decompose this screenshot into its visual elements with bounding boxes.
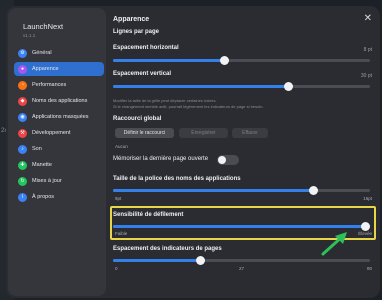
font-size-slider[interactable] — [113, 186, 370, 195]
indicator-spacing-tick-min: 0 — [115, 266, 118, 271]
clear-shortcut-button[interactable]: Effacer — [232, 128, 268, 138]
hammer-icon: ⚒ — [18, 128, 27, 138]
indicator-spacing-label: Espacement des indicateurs de pages — [113, 246, 222, 252]
horizontal-spacing-value: 8 pt — [363, 47, 372, 53]
font-size-min-label: 9pt — [115, 196, 122, 201]
sidebar-item-label: À propos — [32, 194, 55, 200]
rows-per-page-label: Lignes par page — [113, 29, 160, 35]
grid-hint-text-2: Si le changement semble actif, pourrait … — [113, 104, 264, 109]
vertical-spacing-value: 30 pt — [360, 73, 372, 79]
slider-knob[interactable] — [283, 82, 293, 91]
app-name: LaunchNext — [23, 22, 64, 31]
sidebar-item-updates[interactable]: ↻ Mises à jour — [14, 174, 104, 188]
slider-knob[interactable] — [219, 56, 229, 65]
pointer-arrow-icon — [321, 232, 347, 256]
sidebar-item-label: Applications masquées — [32, 114, 89, 120]
remember-page-label: Mémoriser la dernière page ouverte — [113, 156, 209, 162]
global-shortcut-label: Raccourci global — [113, 116, 162, 122]
page-title: Apparence — [113, 16, 150, 23]
current-shortcut-value: Aucun — [115, 144, 128, 149]
speaker-icon: ♪ — [18, 144, 27, 154]
sidebar-item-label: Noms des applications — [32, 98, 88, 104]
font-size-max-label: 16pt — [363, 196, 372, 201]
sidebar-item-gamepad[interactable]: ✚ Manette — [14, 158, 104, 172]
app-version: v1.1.1 — [23, 33, 36, 38]
indicator-spacing-tick-max: 80 — [366, 266, 372, 271]
sidebar-item-development[interactable]: ⚒ Développement — [14, 126, 104, 140]
save-shortcut-button[interactable]: Enregistrer — [179, 128, 228, 138]
refresh-icon: ↻ — [18, 176, 27, 186]
info-icon: i — [18, 192, 27, 202]
horizontal-spacing-label: Espacement horizontal — [113, 45, 179, 51]
vertical-spacing-label: Espacement vertical — [113, 71, 172, 77]
grid-hint-text: Modifier la taille de la grille peut dép… — [113, 98, 217, 103]
palette-icon: ● — [18, 64, 27, 74]
speedometer-icon: ◔ — [18, 80, 27, 90]
sidebar-item-hidden-apps[interactable]: ◉ Applications masquées — [14, 110, 104, 124]
sidebar-item-general[interactable]: ⚙ Général — [14, 46, 104, 60]
slider-knob[interactable] — [309, 186, 319, 195]
set-shortcut-button[interactable]: Définir le raccourci — [115, 128, 174, 138]
gamepad-icon: ✚ — [18, 160, 27, 170]
sidebar-item-label: Son — [32, 146, 42, 152]
vertical-spacing-slider[interactable] — [113, 82, 370, 91]
sidebar-item-label: Apparence — [32, 66, 59, 72]
settings-window: LaunchNext v1.1.1 ⚙ Général ● Apparence … — [6, 6, 380, 298]
sidebar-item-label: Développement — [32, 130, 71, 136]
sidebar: LaunchNext v1.1.1 ⚙ Général ● Apparence … — [8, 8, 106, 296]
settings-content: Apparence ✕ Lignes par page Espacement h… — [106, 6, 380, 298]
sidebar-item-label: Performances — [32, 82, 67, 88]
slider-fill — [113, 189, 314, 192]
slider-fill — [113, 85, 288, 88]
sidebar-item-label: Général — [32, 50, 52, 56]
slider-fill — [113, 59, 224, 62]
sidebar-item-performance[interactable]: ◔ Performances — [14, 78, 104, 92]
remember-page-toggle[interactable] — [217, 155, 239, 165]
gear-icon: ⚙ — [18, 48, 27, 58]
sidebar-item-appearance[interactable]: ● Apparence — [14, 62, 104, 76]
sidebar-item-about[interactable]: i À propos — [14, 190, 104, 204]
sidebar-item-label: Manette — [32, 162, 52, 168]
indicator-spacing-tick-mid: 27 — [239, 266, 245, 271]
sidebar-item-label: Mises à jour — [32, 178, 62, 184]
slider-knob[interactable] — [196, 256, 206, 265]
font-size-label: Taille de la police des noms des applica… — [113, 176, 241, 182]
slider-fill — [113, 259, 201, 262]
sidebar-item-sound[interactable]: ♪ Son — [14, 142, 104, 156]
close-icon[interactable]: ✕ — [364, 13, 372, 24]
indicator-spacing-slider[interactable] — [113, 256, 370, 265]
tag-icon: ◆ — [18, 96, 27, 106]
eye-slash-icon: ◉ — [18, 112, 27, 122]
horizontal-spacing-slider[interactable] — [113, 56, 370, 65]
sidebar-item-app-names[interactable]: ◆ Noms des applications — [14, 94, 104, 108]
